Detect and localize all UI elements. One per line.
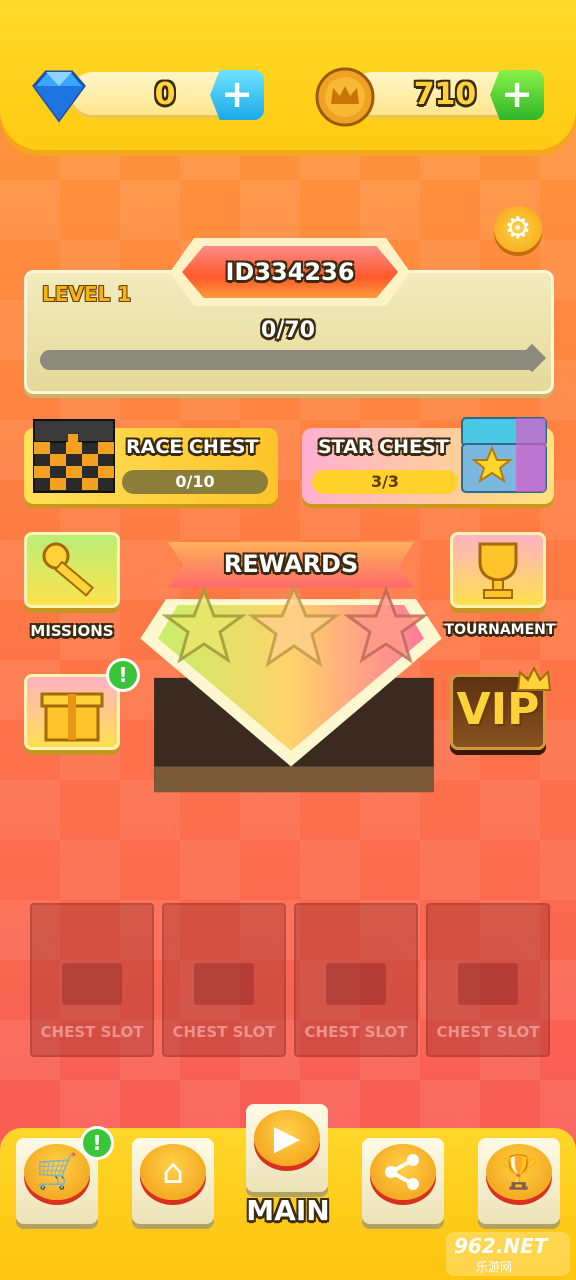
level-label: LEVEL 1 (42, 282, 132, 306)
watermark: 962.NET 乐游网 (446, 1232, 570, 1276)
garage-button[interactable]: ⌂ (132, 1138, 214, 1224)
chest-slot-3[interactable]: CHEST SLOT (294, 903, 418, 1057)
share-icon (370, 1144, 436, 1200)
crown-icon (516, 665, 552, 691)
play-icon: ▶ (254, 1110, 320, 1166)
main-label: MAIN (246, 1194, 330, 1227)
rewards-banner: REWARDS (168, 542, 414, 588)
level-progress-bar (40, 350, 540, 370)
diamond-icon (32, 70, 86, 123)
empty-chest-icon (326, 963, 386, 1005)
tournament-button[interactable] (450, 532, 546, 608)
empty-chest-icon (62, 963, 122, 1005)
garage-icon: ⌂ (140, 1144, 206, 1200)
chest-slot-1[interactable]: CHEST SLOT (30, 903, 154, 1057)
reward-stars (161, 584, 429, 668)
shop-alert-badge: ! (80, 1126, 114, 1160)
star-chest-icon (461, 417, 547, 493)
cart-icon: 🛒 (24, 1144, 90, 1200)
leaderboard-button[interactable]: 🏆 (478, 1138, 560, 1224)
top-currency-bar: 0 + 710 + (0, 0, 576, 150)
race-chest-progress: 0/10 (122, 470, 268, 494)
rewards-title: REWARDS (223, 550, 359, 578)
trophy-icon (478, 542, 518, 599)
race-chest-label: RACE CHEST (126, 436, 259, 458)
settings-gear-icon[interactable]: ⚙ (494, 206, 542, 252)
player-id: ID334236 (182, 246, 398, 298)
checkered-chest-icon (33, 419, 115, 493)
star-chest-label: STAR CHEST (318, 436, 449, 458)
gift-box-icon (40, 692, 104, 742)
level-progress-text: 0/70 (261, 318, 315, 343)
trophy-icon: 🏆 (486, 1144, 552, 1200)
chest-slot-label: CHEST SLOT (304, 1023, 408, 1041)
missions-label: MISSIONS (30, 622, 114, 640)
share-glyph (385, 1154, 419, 1190)
reward-star-1 (161, 585, 247, 664)
empty-chest-icon (458, 963, 518, 1005)
key-icon (42, 542, 95, 597)
add-coins-button[interactable]: + (490, 70, 544, 120)
star-chest-progress: 3/3 (312, 470, 458, 494)
chest-slot-label: CHEST SLOT (436, 1023, 540, 1041)
watermark-brand: 962.NET (454, 1234, 548, 1258)
chest-slot-4[interactable]: CHEST SLOT (426, 903, 550, 1057)
chest-slot-label: CHEST SLOT (40, 1023, 144, 1041)
crown-coin-icon (315, 67, 375, 127)
main-play-button[interactable]: ▶ (246, 1104, 328, 1192)
chest-slot-label: CHEST SLOT (172, 1023, 276, 1041)
gift-button[interactable] (24, 674, 120, 750)
missions-button[interactable] (24, 532, 120, 608)
chest-slot-2[interactable]: CHEST SLOT (162, 903, 286, 1057)
watermark-sub: 乐游网 (476, 1260, 513, 1274)
gems-counter: 0 + (70, 70, 264, 120)
tournament-label: TOURNAMENT (444, 622, 556, 638)
add-gems-button[interactable]: + (210, 70, 264, 120)
share-button[interactable] (362, 1138, 444, 1224)
reward-star-2 (247, 584, 341, 668)
reward-star-3 (343, 585, 429, 664)
coins-counter: 710 + (350, 70, 544, 120)
empty-chest-icon (194, 963, 254, 1005)
